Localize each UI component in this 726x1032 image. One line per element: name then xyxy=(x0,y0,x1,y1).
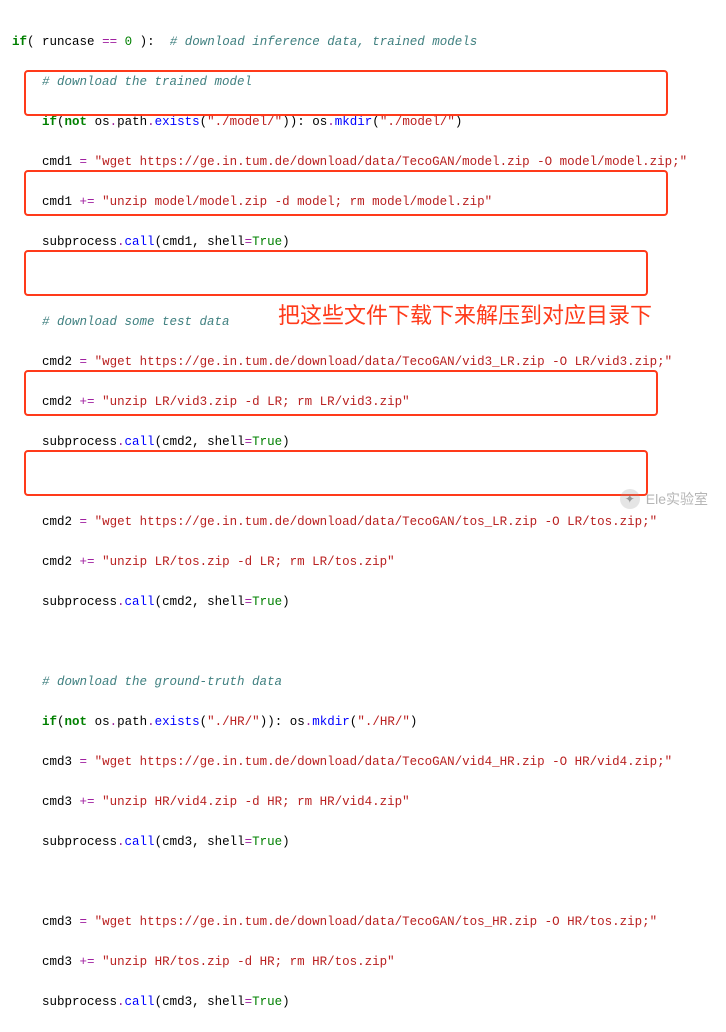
code-line: cmd3 = "wget https://ge.in.tum.de/downlo… xyxy=(12,912,726,932)
code-line: subprocess.call(cmd3, shell=True) xyxy=(12,832,726,852)
code-line: subprocess.call(cmd2, shell=True) xyxy=(12,432,726,452)
code-line: cmd1 = "wget https://ge.in.tum.de/downlo… xyxy=(12,152,726,172)
code-line: cmd3 = "wget https://ge.in.tum.de/downlo… xyxy=(12,752,726,772)
wechat-icon: ✦ xyxy=(620,489,640,509)
code-line: cmd2 += "unzip LR/tos.zip -d LR; rm LR/t… xyxy=(12,552,726,572)
code-block: if( runcase == 0 ): # download inference… xyxy=(0,0,726,1032)
code-line: # download the ground-truth data xyxy=(12,672,726,692)
code-line: cmd3 += "unzip HR/tos.zip -d HR; rm HR/t… xyxy=(12,952,726,972)
code-line: if(not os.path.exists("./HR/")): os.mkdi… xyxy=(12,712,726,732)
code-line: cmd3 += "unzip HR/vid4.zip -d HR; rm HR/… xyxy=(12,792,726,812)
code-line: subprocess.call(cmd2, shell=True) xyxy=(12,592,726,612)
code-line: if( runcase == 0 ): # download inference… xyxy=(12,32,726,52)
code-line: cmd2 = "wget https://ge.in.tum.de/downlo… xyxy=(12,352,726,372)
code-line: subprocess.call(cmd1, shell=True) xyxy=(12,232,726,252)
code-line: subprocess.call(cmd3, shell=True) xyxy=(12,992,726,1012)
code-line: cmd2 = "wget https://ge.in.tum.de/downlo… xyxy=(12,512,726,532)
watermark-text: Ele实验室 xyxy=(646,489,708,509)
watermark: ✦ Ele实验室 xyxy=(620,489,708,509)
code-line: if(not os.path.exists("./model/")): os.m… xyxy=(12,112,726,132)
code-line: cmd1 += "unzip model/model.zip -d model;… xyxy=(12,192,726,212)
code-line: # download the trained model xyxy=(12,72,726,92)
code-line: cmd2 += "unzip LR/vid3.zip -d LR; rm LR/… xyxy=(12,392,726,412)
annotation-text: 把这些文件下载下来解压到对应目录下 xyxy=(278,306,652,326)
